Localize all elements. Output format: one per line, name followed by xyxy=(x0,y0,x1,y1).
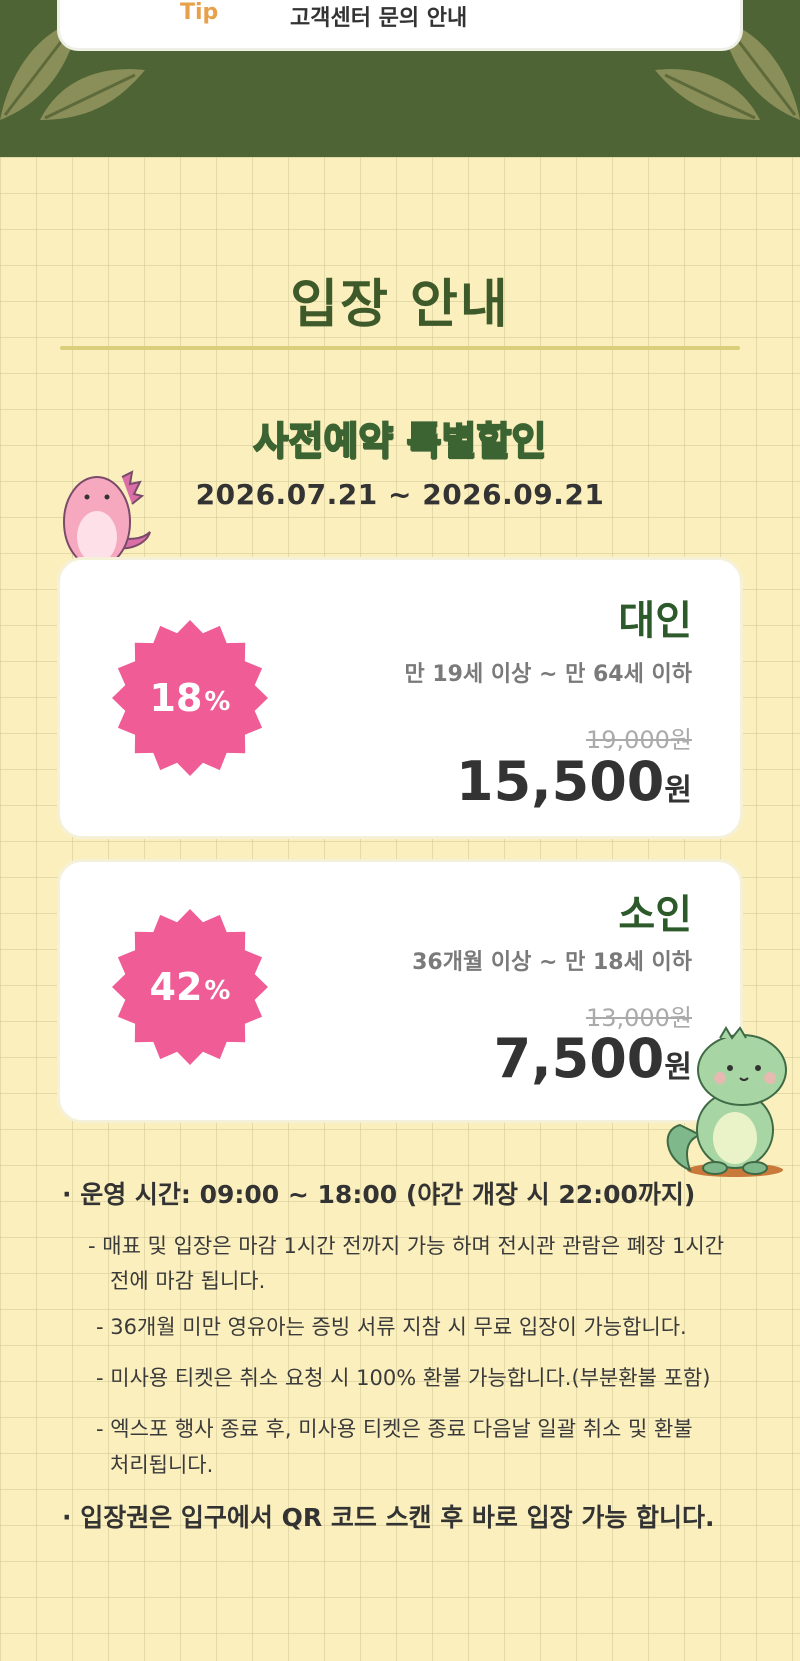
ticket-label: 대인 xyxy=(618,598,692,644)
note-ticketing: - 매표 및 입장은 마감 1시간 전까지 가능 하며 전시관 관람은 폐장 1… xyxy=(88,1234,725,1258)
discount-unit: % xyxy=(204,976,231,1006)
top-info-card: Tip 고객센터 문의 안내 xyxy=(60,0,740,48)
top-banner: Tip 고객센터 문의 안내 xyxy=(0,0,800,157)
top-card-text: 고객센터 문의 안내 xyxy=(290,6,468,31)
sale-price-unit: 원 xyxy=(664,773,692,808)
discount-badge: 42% xyxy=(110,907,270,1067)
title-underline xyxy=(60,346,740,350)
ticket-age-range: 만 19세 이상 ~ 만 64세 이하 xyxy=(404,662,692,687)
ticket-label: 소인 xyxy=(618,892,692,938)
ticket-age-range: 36개월 이상 ~ 만 18세 이하 xyxy=(412,950,692,975)
note-ticketing-cont: 전에 마감 됩니다. xyxy=(110,1269,266,1293)
discount-badge: 18% xyxy=(110,618,270,778)
sale-price-value: 15,500 xyxy=(456,750,665,813)
sale-price: 15,500원 xyxy=(456,750,692,813)
note-refund: - 미사용 티켓은 취소 요청 시 100% 환불 가능합니다.(부분환불 포함… xyxy=(96,1366,711,1390)
adult-ticket-card: 18% 대인 만 19세 이상 ~ 만 64세 이하 19,000원 15,50… xyxy=(60,560,740,836)
sale-price-value: 7,500 xyxy=(493,1027,665,1090)
discount-value: 42 xyxy=(149,965,203,1009)
top-card-accent: Tip xyxy=(180,0,219,25)
note-infant-free: - 36개월 미만 영유아는 증빙 서류 지참 시 무료 입장이 가능합니다. xyxy=(96,1315,687,1339)
discount-value: 18 xyxy=(149,676,203,720)
note-auto-cancel-cont: 처리됩니다. xyxy=(110,1453,214,1477)
discount-unit: % xyxy=(204,687,231,717)
green-dinosaur-icon xyxy=(666,1026,787,1177)
operating-hours: · 운영 시간: 09:00 ~ 18:00 (야간 개장 시 22:00까지) xyxy=(62,1180,696,1209)
page-title: 입장 안내 xyxy=(290,275,510,335)
note-auto-cancel: - 엑스포 행사 종료 후, 미사용 티켓은 종료 다음날 일괄 취소 및 환불 xyxy=(96,1417,693,1441)
qr-entry-note: · 입장권은 입구에서 QR 코드 스캔 후 바로 입장 가능 합니다. xyxy=(62,1503,715,1532)
child-ticket-card: 42% 소인 36개월 이상 ~ 만 18세 이하 13,000원 7,500원 xyxy=(60,862,740,1120)
pink-dinosaur-icon xyxy=(63,470,151,571)
